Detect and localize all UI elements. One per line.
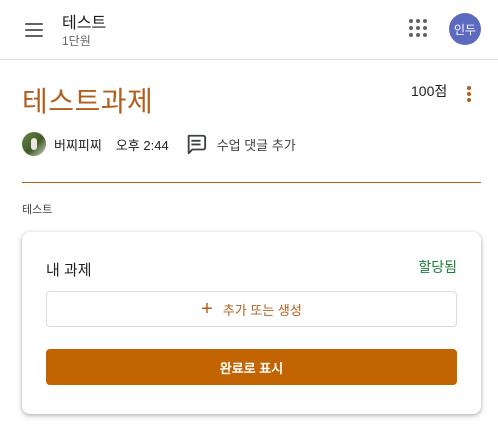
add-or-create-label: 추가 또는 생성 [222,302,302,318]
more-options-icon[interactable] [462,84,476,104]
assignment-meta: 버찌피찌 오후 2:44 수업 댓글 추가 [22,131,296,157]
plus-icon: + [201,298,213,320]
apps-grid-icon[interactable] [406,16,430,40]
mark-as-done-button[interactable]: 완료로 표시 [46,349,457,385]
hamburger-menu-icon[interactable] [20,16,48,44]
add-class-comment-button[interactable]: 수업 댓글 추가 [185,133,296,155]
assignment-points: 100점 [411,83,448,99]
add-class-comment-label: 수업 댓글 추가 [216,137,296,153]
your-work-card: 내 과제 할당됨 + 추가 또는 생성 완료로 표시 [22,232,481,414]
top-app-bar: 테스트 1단원 인두 [0,0,498,60]
your-work-title: 내 과제 [46,262,92,279]
accent-divider [22,182,481,183]
comment-icon [187,134,206,155]
class-title[interactable]: 테스트 [62,9,106,33]
author-name: 버찌피찌 [54,137,102,153]
class-subtitle: 1단원 [62,34,91,48]
author-avatar [22,132,46,156]
account-avatar[interactable]: 인두 [449,13,481,45]
add-or-create-button[interactable]: + 추가 또는 생성 [46,291,457,327]
posted-time: 오후 2:44 [115,137,169,153]
assignment-description: 테스트 [22,204,53,216]
assignment-title: 테스트과제 [22,86,154,117]
status-badge: 할당됨 [418,259,457,275]
